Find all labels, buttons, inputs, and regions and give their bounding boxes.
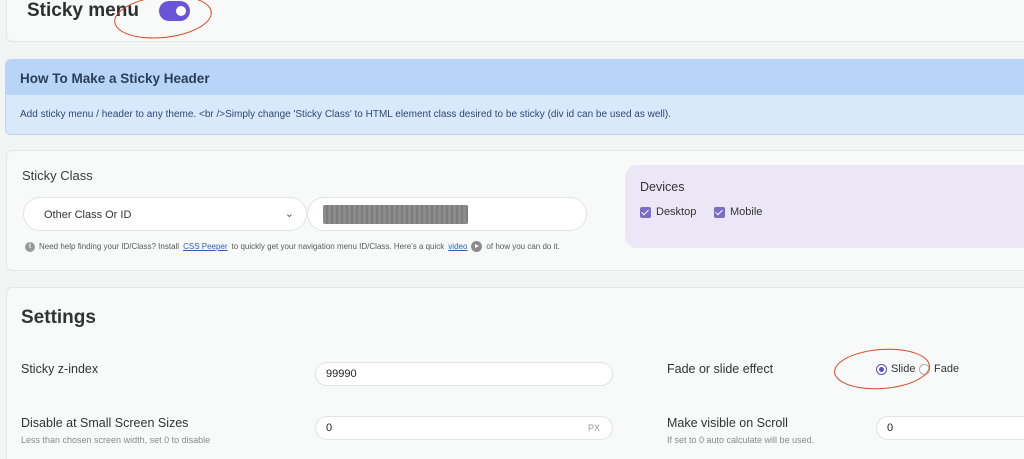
mobile-label: Mobile bbox=[730, 206, 763, 218]
fade-radio-dot[interactable] bbox=[919, 363, 930, 375]
play-icon[interactable] bbox=[471, 241, 483, 252]
disable-small-value: 0 bbox=[326, 422, 333, 434]
info-heading: How To Make a Sticky Header bbox=[6, 60, 1024, 95]
css-peeper-link[interactable]: CSS Peeper bbox=[183, 242, 227, 251]
select-value: Other Class Or ID bbox=[44, 209, 132, 221]
visible-scroll-label: Make visible on Scroll bbox=[667, 416, 788, 430]
chevron-down-icon: ⌄ bbox=[284, 208, 294, 220]
disable-small-hint: Less than chosen screen width, set 0 to … bbox=[21, 435, 211, 445]
z-index-label: Sticky z-index bbox=[21, 362, 99, 376]
sticky-class-select[interactable]: Other Class Or ID ⌄ bbox=[23, 197, 307, 231]
info-body: Add sticky menu / header to any theme. <… bbox=[6, 95, 1024, 134]
device-mobile-option[interactable]: Mobile bbox=[714, 206, 762, 218]
sticky-class-label: Sticky Class bbox=[22, 168, 93, 183]
help-prefix: Need help finding your ID/Class? Install bbox=[39, 242, 180, 251]
redacted-value bbox=[323, 205, 468, 224]
visible-scroll-value: 0 bbox=[887, 422, 894, 434]
sticky-menu-title: Sticky menu bbox=[27, 0, 139, 21]
devices-box: Devices Desktop Mobile bbox=[625, 165, 1024, 248]
settings-title: Settings bbox=[21, 307, 96, 328]
settings-panel: Settings Sticky z-index 99990 Disable at… bbox=[6, 287, 1024, 459]
help-text: i Need help finding your ID/Class? Insta… bbox=[25, 241, 560, 252]
slide-radio-dot[interactable] bbox=[876, 363, 887, 375]
disable-small-label: Disable at Small Screen Sizes bbox=[21, 416, 189, 430]
help-suffix: of how you can do it. bbox=[486, 242, 560, 251]
radio-slide[interactable]: Slide bbox=[876, 363, 915, 375]
info-panel: How To Make a Sticky Header Add sticky m… bbox=[5, 59, 1024, 135]
desktop-label: Desktop bbox=[656, 206, 697, 218]
sticky-menu-panel: Sticky menu bbox=[6, 0, 1024, 42]
desktop-checkbox[interactable] bbox=[640, 206, 651, 218]
sticky-class-input[interactable] bbox=[307, 197, 587, 231]
devices-label: Devices bbox=[640, 180, 685, 194]
mobile-checkbox[interactable] bbox=[714, 206, 725, 218]
toggle-knob bbox=[176, 6, 186, 16]
z-index-input[interactable]: 99990 bbox=[315, 362, 613, 386]
info-icon: i bbox=[25, 241, 35, 252]
help-middle: to quickly get your navigation menu ID/C… bbox=[231, 242, 445, 251]
device-desktop-option[interactable]: Desktop bbox=[640, 206, 696, 218]
fade-label: Fade bbox=[934, 363, 960, 375]
sticky-menu-toggle[interactable] bbox=[159, 1, 190, 21]
radio-fade[interactable]: Fade bbox=[919, 363, 959, 375]
sticky-class-panel: Sticky Class Other Class Or ID ⌄ i Need … bbox=[6, 150, 1024, 271]
z-index-value: 99990 bbox=[326, 368, 357, 380]
video-link[interactable]: video bbox=[448, 242, 467, 251]
visible-scroll-hint: If set to 0 auto calculate will be used. bbox=[667, 435, 815, 445]
slide-label: Slide bbox=[891, 363, 916, 375]
disable-small-input[interactable]: 0 PX bbox=[315, 416, 613, 440]
px-unit: PX bbox=[587, 423, 600, 433]
effect-label: Fade or slide effect bbox=[667, 362, 774, 376]
visible-scroll-input[interactable]: 0 bbox=[876, 416, 1024, 440]
